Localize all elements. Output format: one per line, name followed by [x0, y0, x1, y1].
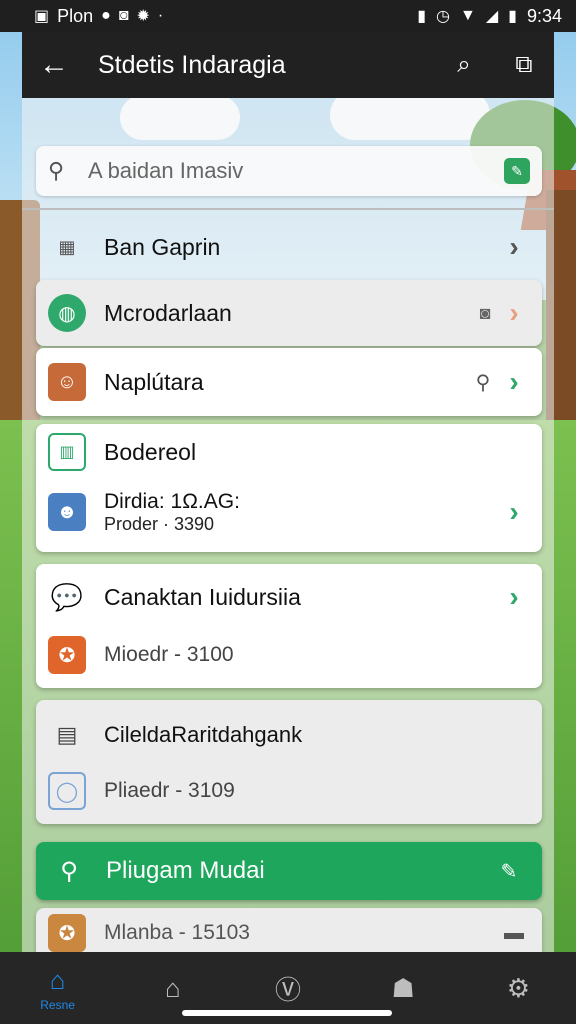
card-canaktan[interactable]: 💬 Canaktan Iuidursiia › ✪ Mioedr - 3100	[36, 564, 542, 688]
row3-label: Naplútara	[104, 368, 204, 395]
image-icon: ▣	[34, 8, 50, 25]
card2-sub: Mioedr - 3100	[104, 643, 234, 666]
card1-line2: Proder · 3390	[104, 513, 215, 534]
chart-icon: ▥	[48, 433, 86, 471]
nav-settings[interactable]: ⚙	[461, 952, 576, 1024]
app-panel: ← Stdetis Indaragia ⌕ ⧉ ⚲ A baidan Imasi…	[22, 32, 554, 958]
instagram-icon: ◙	[118, 7, 129, 24]
nav-home-label: Resne	[40, 997, 75, 1012]
page-title: Stdetis Indaragia	[98, 50, 286, 79]
card1-title: Bodereol	[104, 438, 197, 465]
house-icon: ⌂	[164, 972, 181, 1003]
card2-title: Canaktan Iuidursiia	[104, 583, 301, 610]
person-icon: ☗	[391, 972, 415, 1003]
search-input[interactable]: A baidan Imasiv	[78, 158, 504, 184]
grid-icon: ▦	[58, 236, 76, 257]
share-icon[interactable]: ⧉	[494, 51, 554, 79]
list-item-bottom[interactable]: ✪ Mlanba - 15103 ▬	[36, 908, 542, 958]
search-icon[interactable]: ⚲	[466, 363, 500, 401]
list-item-row1[interactable]: ▦ Ban Gaprin ›	[36, 222, 542, 272]
avatar-icon: ☺	[48, 363, 86, 401]
card-cileldar[interactable]: ▤ CileldaRaritdahgank ◯ Pliaedr - 3109	[36, 700, 542, 824]
list-item-row3[interactable]: ☺ Naplútara ⚲ ›	[36, 348, 542, 416]
home-icon: ⌂	[49, 964, 66, 995]
camera-icon[interactable]: ◙	[470, 294, 500, 332]
row1-label: Ban Gaprin	[104, 233, 221, 260]
chevron-right-icon: ›	[509, 297, 519, 328]
globe-icon: ◍	[48, 294, 86, 332]
game-avatar-icon: ✪	[48, 914, 86, 952]
edit-icon[interactable]: ✎	[504, 158, 530, 184]
home-indicator[interactable]	[182, 1010, 392, 1016]
gear-icon: ⚙	[506, 972, 531, 1003]
divider	[22, 208, 554, 210]
chevron-right-icon: ›	[509, 581, 519, 612]
profile-icon: ◯	[48, 772, 86, 810]
edit-icon: ✎	[500, 860, 518, 883]
list-item-row2[interactable]: ◍ Mcrodarlaan ◙ ›	[36, 280, 542, 346]
arrow-left-icon[interactable]: ←	[22, 48, 86, 82]
chevron-right-icon: ›	[509, 366, 519, 397]
battery-icon: ▮	[508, 8, 517, 25]
v-circle-icon: Ⓥ	[275, 974, 302, 1005]
search-icon: ⚲	[60, 857, 78, 885]
archive-icon: ▤	[56, 722, 78, 747]
note-icon: ▬	[504, 921, 524, 944]
card-bodereol[interactable]: ▥ Bodereol ☻ Dirdia: 1Ω.AG: Proder · 339…	[36, 424, 542, 552]
bottom-item-label: Mlanba - 15103	[104, 921, 250, 944]
status-time: 9:34	[526, 5, 562, 26]
toolbar: ← Stdetis Indaragia ⌕ ⧉	[22, 32, 554, 98]
row2-label: Mcrodarlaan	[104, 299, 232, 326]
nav-home[interactable]: ⌂ Resne	[0, 952, 115, 1024]
chevron-right-icon: ›	[509, 496, 519, 527]
bug-icon: ✹	[136, 8, 150, 25]
avatar-icon: ☻	[48, 493, 86, 531]
card3-sub: Pliaedr - 3109	[104, 779, 235, 802]
search-icon[interactable]: ⌕	[434, 51, 494, 79]
dot-icon: ·	[157, 7, 164, 24]
primary-action-label: Pliugam Mudai	[106, 857, 265, 884]
card1-line1: Dirdia: 1Ω.AG:	[104, 489, 240, 513]
vibrate-icon: ▮	[417, 8, 427, 25]
card3-title: CileldaRaritdahgank	[104, 722, 303, 747]
signal-icon: ◢	[485, 8, 499, 25]
status-bar: ▣ Plon ● ◙ ✹ · ▮ ◷ ▼ ◢ ▮ 9:34	[0, 0, 576, 32]
game-avatar-icon: ✪	[48, 636, 86, 674]
wifi-icon: ▼	[459, 7, 476, 24]
search-bar[interactable]: ⚲ A baidan Imasiv ✎	[36, 146, 542, 196]
status-left-text: Plon	[57, 5, 94, 26]
chat-bubble-icon: 💬	[50, 581, 84, 612]
search-icon: ⚲	[48, 158, 65, 183]
chevron-right-icon: ›	[509, 231, 519, 262]
alarm-icon: ◷	[436, 8, 450, 25]
primary-action-button[interactable]: ⚲ Pliugam Mudai ✎	[36, 842, 542, 900]
notification-icon: ●	[101, 7, 111, 24]
